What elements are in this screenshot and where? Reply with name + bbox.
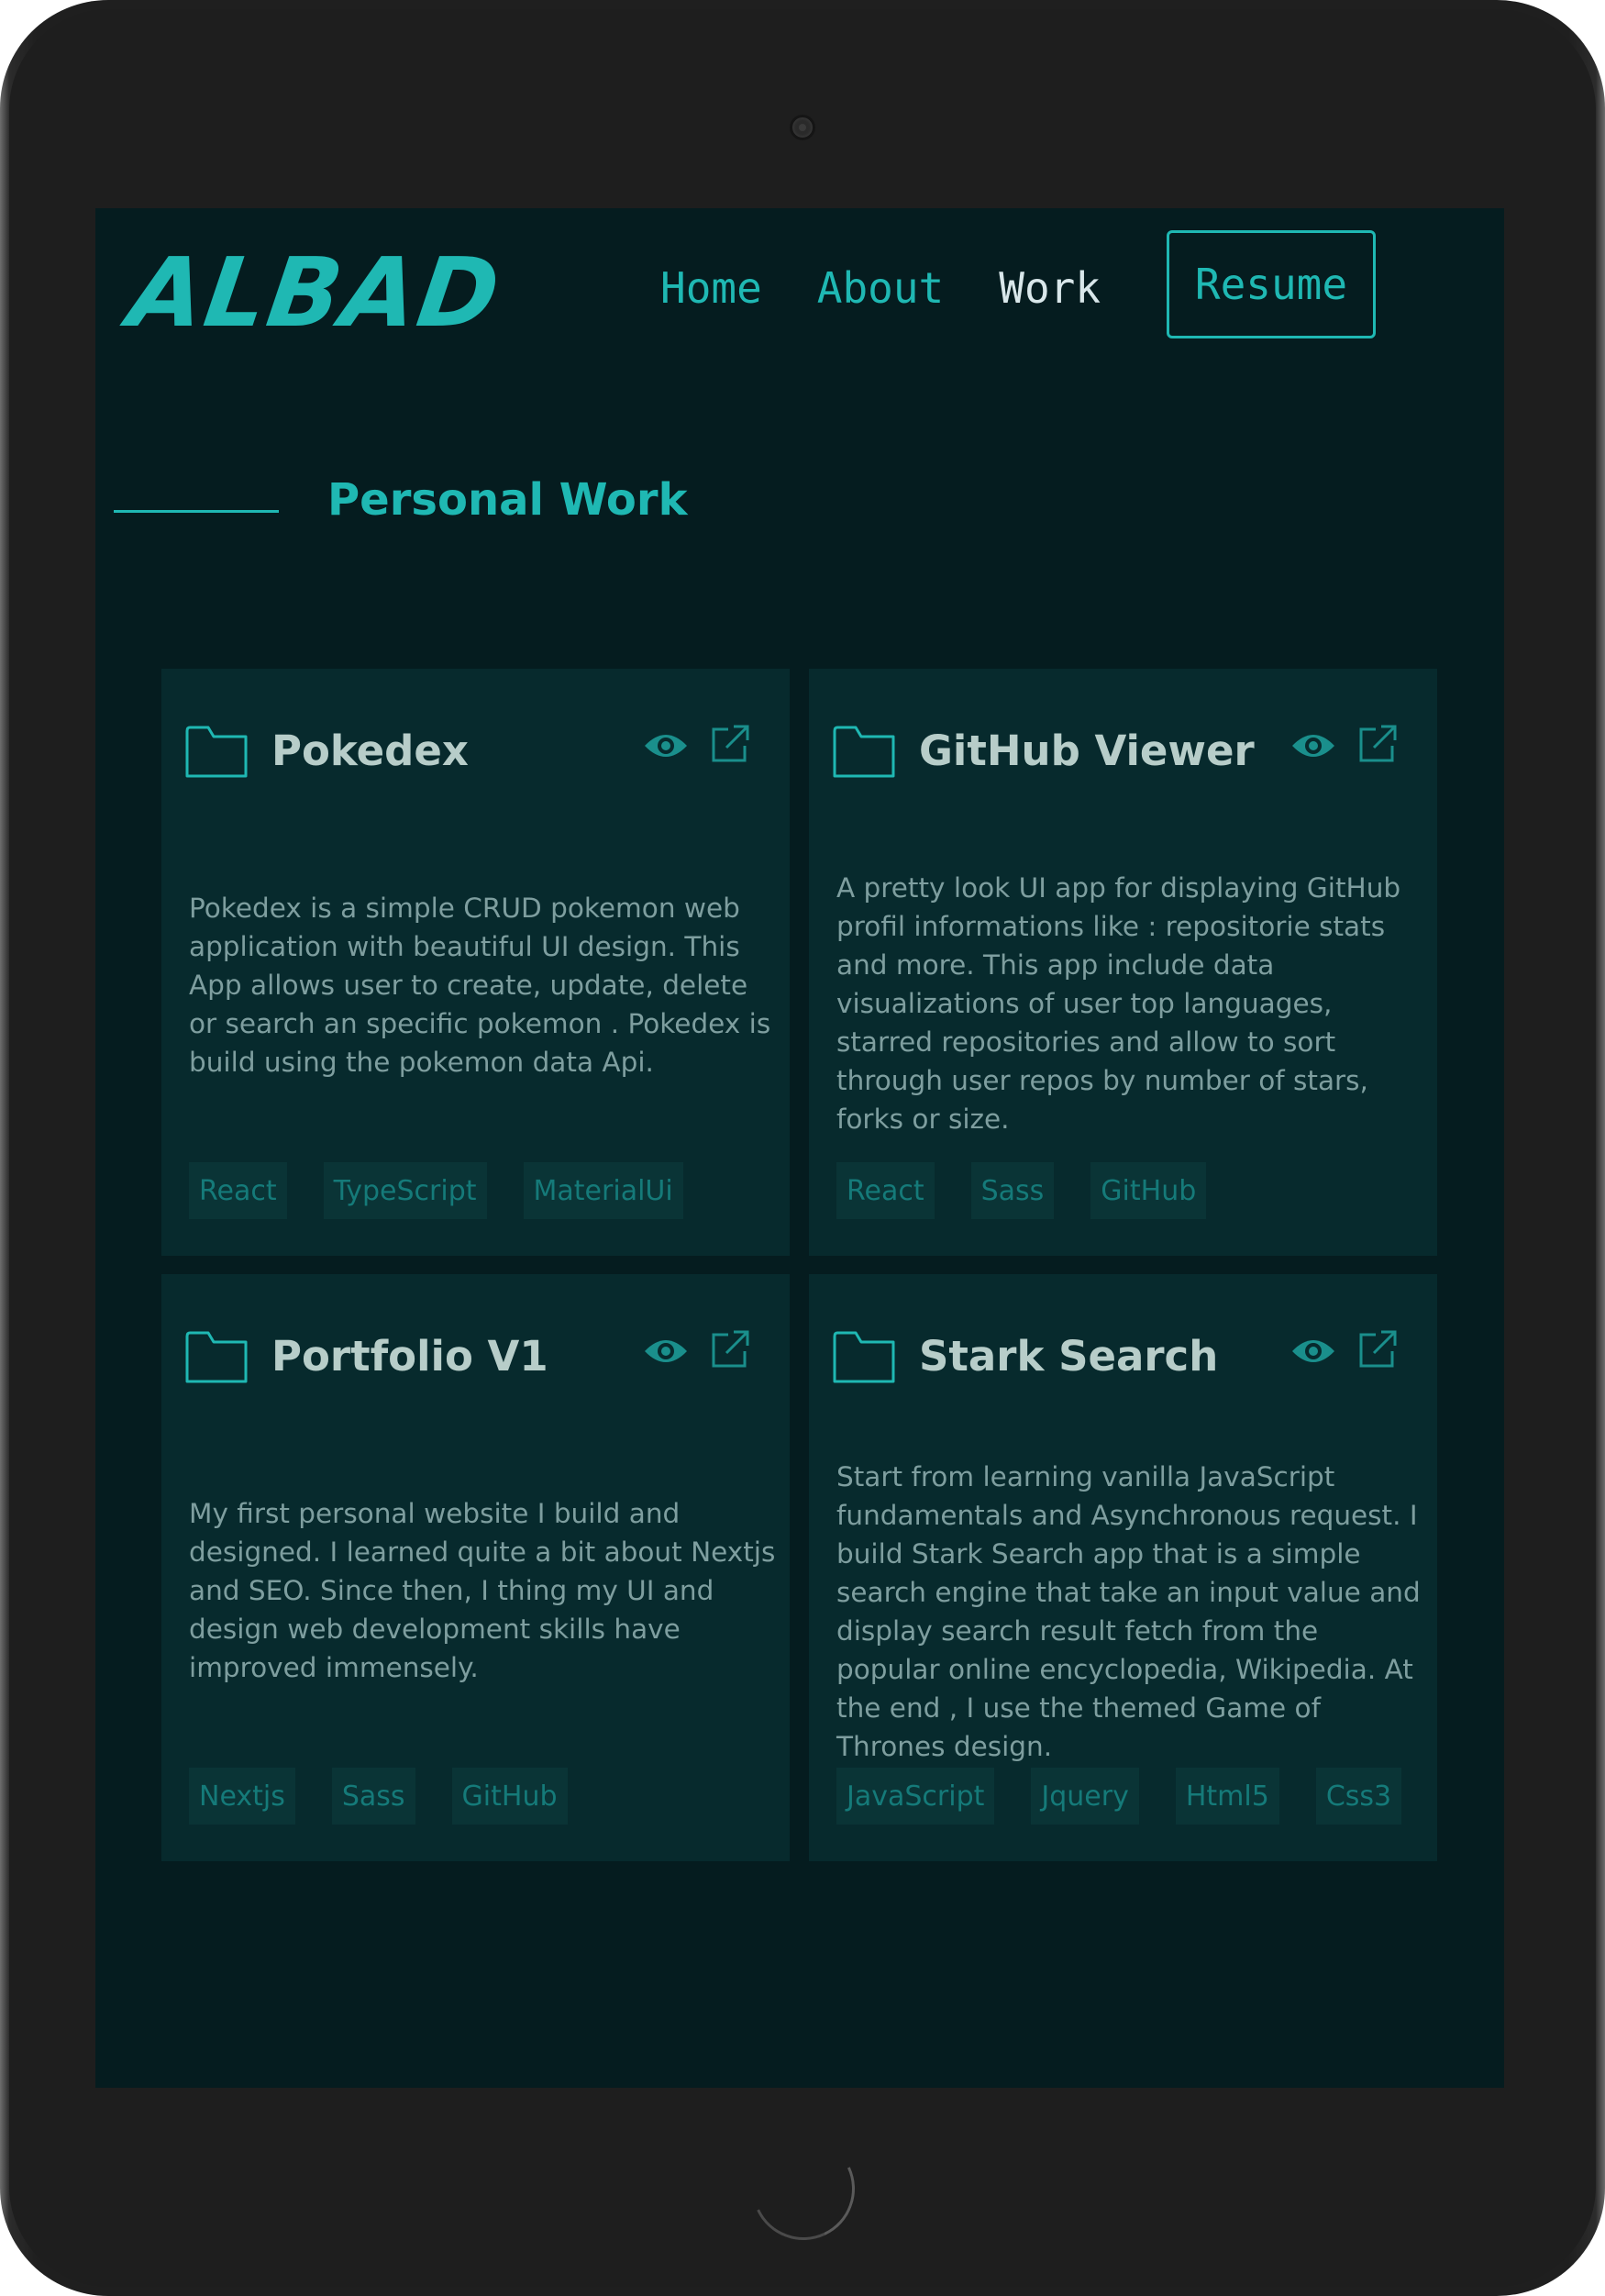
- tech-tag: JavaScript: [836, 1768, 995, 1825]
- project-description: A pretty look UI app for displaying GitH…: [836, 872, 1401, 1135]
- tech-tag: Sass: [331, 1768, 415, 1825]
- tech-tag: MaterialUi: [523, 1162, 683, 1219]
- project-card-github-viewer: GitHub Viewer A pretty look UI app for d…: [809, 669, 1437, 1256]
- eye-icon[interactable]: [643, 729, 689, 762]
- external-link-icon[interactable]: [710, 724, 750, 764]
- project-description: Pokedex is a simple CRUD pokemon web app…: [189, 893, 771, 1078]
- tag-list: React TypeScript MaterialUi: [189, 1162, 720, 1219]
- project-card-stark-search: Stark Search Start from learning vanilla…: [809, 1274, 1437, 1861]
- resume-button[interactable]: Resume: [1167, 230, 1376, 338]
- project-title: Portfolio V1: [271, 1332, 548, 1381]
- tag-list: JavaScript Jquery Html5 Css3: [836, 1768, 1438, 1825]
- external-link-icon[interactable]: [1357, 724, 1398, 764]
- project-description: My first personal website I build and de…: [189, 1498, 776, 1683]
- tech-tag: React: [189, 1162, 287, 1219]
- screen: ALBAD Home About Work Resume Personal Wo…: [95, 208, 1504, 2088]
- tech-tag: Css3: [1315, 1768, 1402, 1825]
- project-card-pokedex: Pokedex Pokedex is a simple CRUD pokemon…: [161, 669, 790, 1256]
- eye-icon[interactable]: [1290, 729, 1336, 762]
- folder-icon: [185, 1331, 248, 1383]
- tech-tag: Sass: [970, 1162, 1055, 1219]
- section-title: Personal Work: [327, 474, 688, 526]
- project-title: GitHub Viewer: [919, 727, 1255, 775]
- nav-home[interactable]: Home: [660, 263, 762, 313]
- project-card-portfolio-v1: Portfolio V1 My first personal website I…: [161, 1274, 790, 1861]
- nav-work[interactable]: Work: [999, 263, 1101, 313]
- folder-icon: [185, 726, 248, 778]
- nav-about[interactable]: About: [817, 263, 944, 313]
- tech-tag: GitHub: [1090, 1162, 1207, 1219]
- project-title: Pokedex: [271, 727, 469, 775]
- project-description: Start from learning vanilla JavaScript f…: [836, 1461, 1421, 1762]
- external-link-icon[interactable]: [1357, 1329, 1398, 1370]
- tech-tag: TypeScript: [323, 1162, 487, 1219]
- tech-tag: Html5: [1175, 1768, 1279, 1825]
- camera-icon: [790, 115, 815, 140]
- main-nav: Home About Work: [660, 263, 1156, 313]
- tablet-frame: ALBAD Home About Work Resume Personal Wo…: [0, 0, 1605, 2296]
- tech-tag: Jquery: [1031, 1768, 1139, 1825]
- project-title: Stark Search: [919, 1332, 1219, 1381]
- tech-tag: GitHub: [451, 1768, 568, 1825]
- tag-list: Nextjs Sass GitHub: [189, 1768, 604, 1825]
- external-link-icon[interactable]: [710, 1329, 750, 1370]
- eye-icon[interactable]: [643, 1335, 689, 1368]
- logo[interactable]: ALBAD: [122, 237, 507, 349]
- folder-icon: [833, 1331, 895, 1383]
- tech-tag: React: [836, 1162, 935, 1219]
- eye-icon[interactable]: [1290, 1335, 1336, 1368]
- tech-tag: Nextjs: [189, 1768, 295, 1825]
- folder-icon: [833, 726, 895, 778]
- tag-list: React Sass GitHub: [836, 1162, 1243, 1219]
- section-divider: [114, 510, 279, 513]
